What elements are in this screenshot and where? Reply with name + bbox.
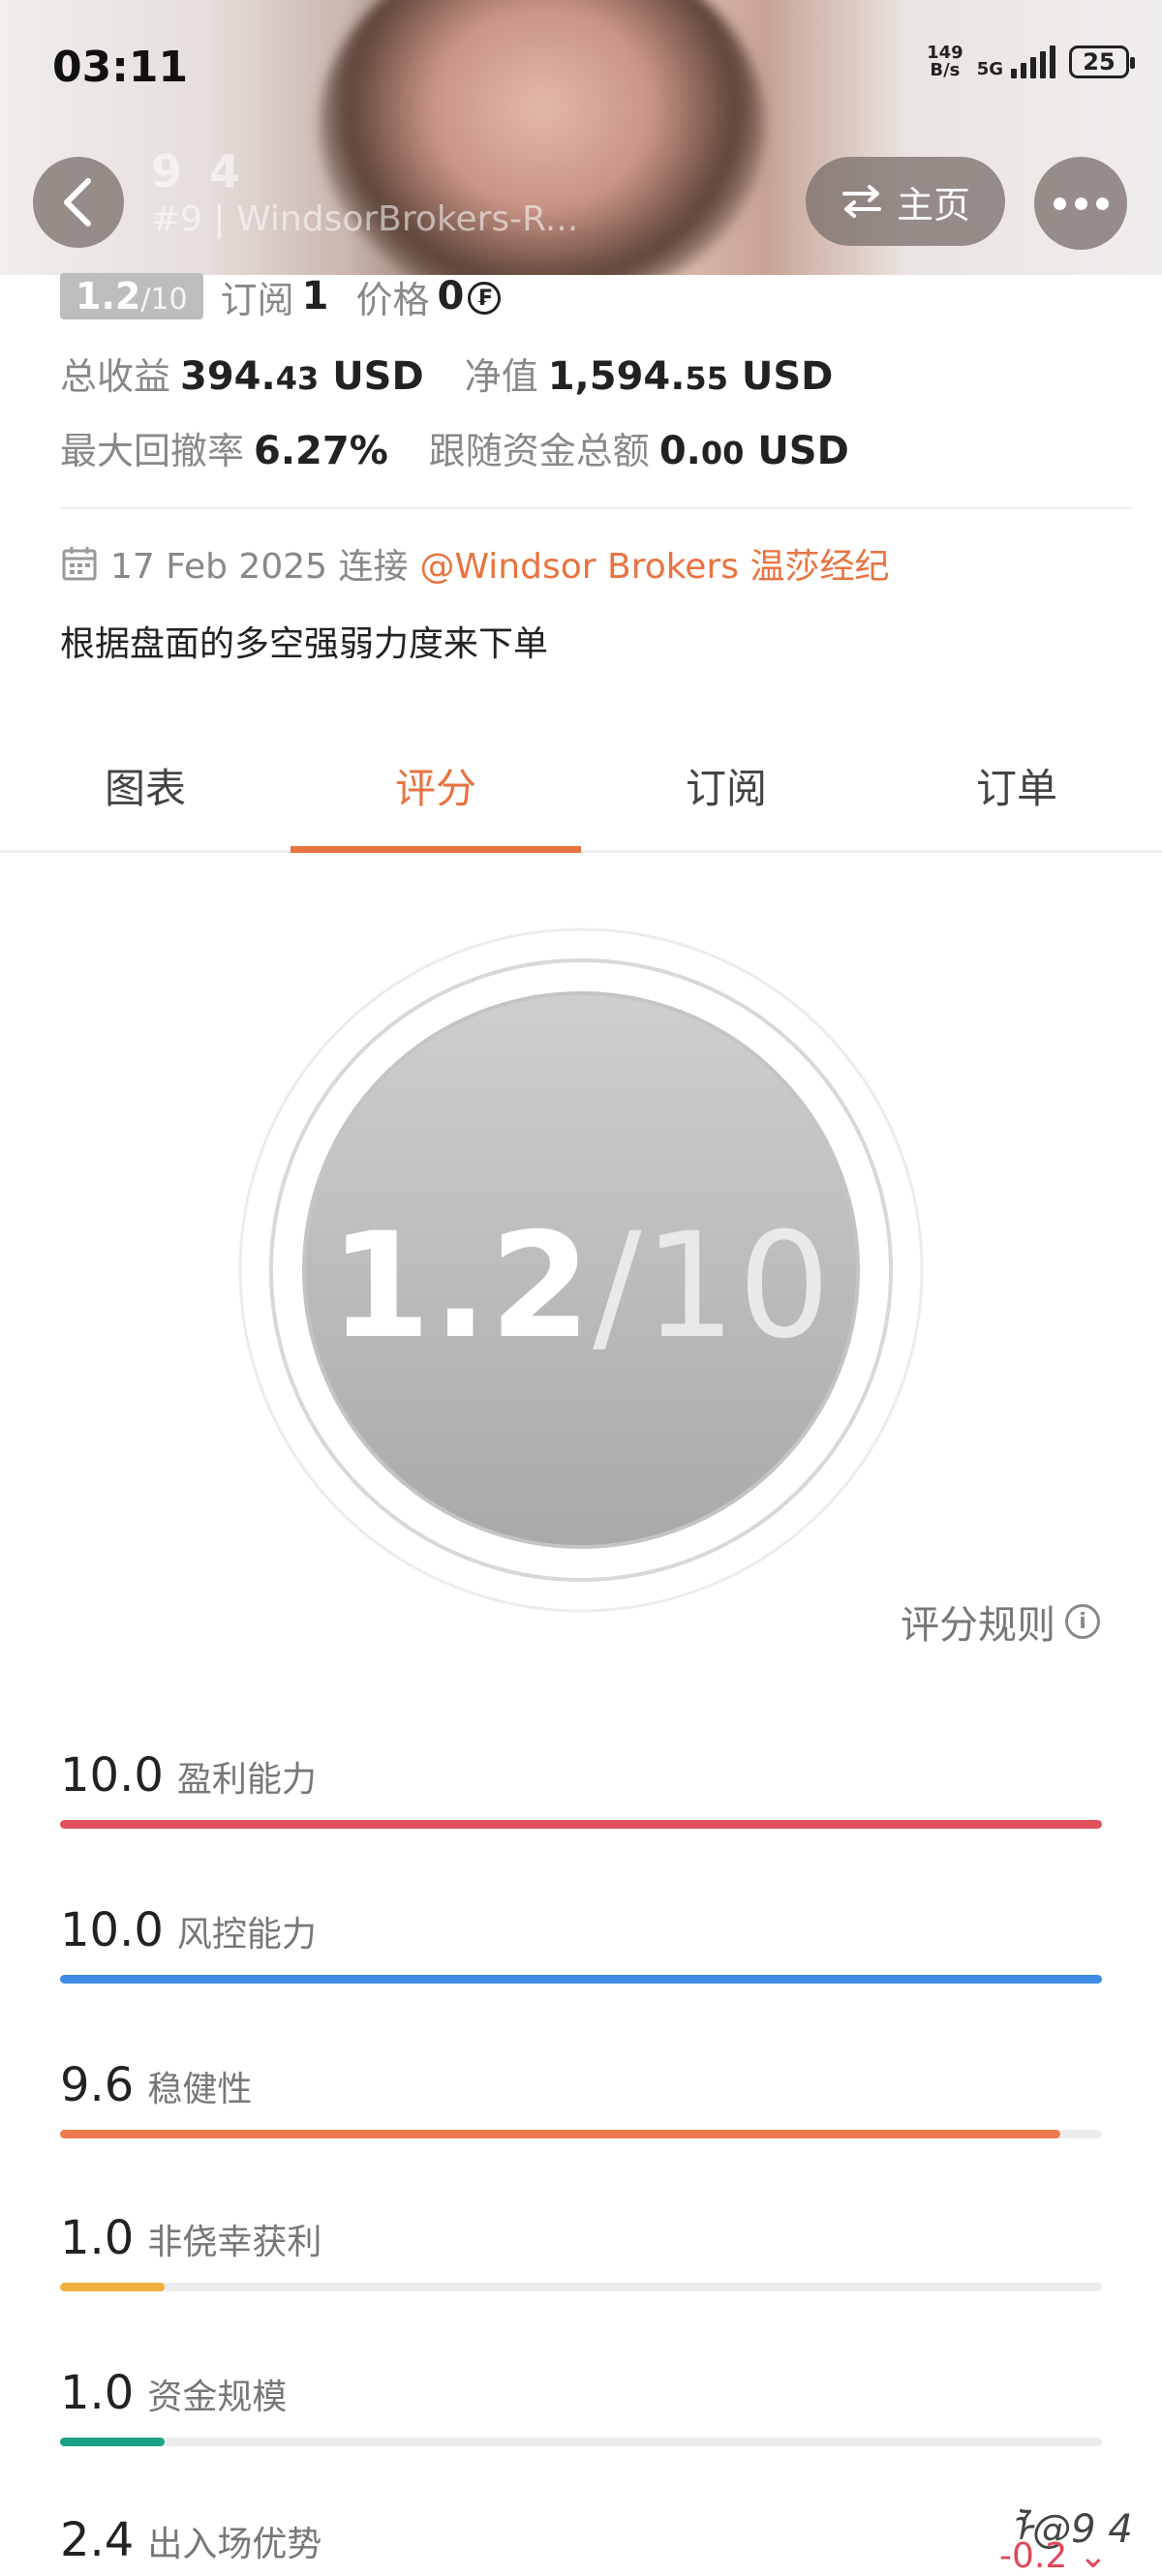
- metric-value: 10.0: [60, 1748, 164, 1803]
- metric-risk-control: 10.0 风控能力: [60, 1903, 1102, 1984]
- profile-title: 9 4: [151, 145, 247, 197]
- more-options-button[interactable]: [1034, 157, 1127, 250]
- metric-label: 稳健性: [147, 2070, 253, 2109]
- score-rules-link[interactable]: 评分规则 i: [901, 1593, 1100, 1650]
- status-bar-right: 149 B/s 5G 25: [927, 43, 1135, 80]
- broker-link[interactable]: @Windsor Brokers 温莎经纪: [420, 538, 890, 589]
- big-score: 1.2/10: [329, 1202, 833, 1371]
- price-label: 价格: [355, 278, 430, 321]
- connect-row: 17 Feb 2025 连接 @Windsor Brokers 温莎经纪: [60, 538, 1131, 589]
- metric-entry-exit: 2.4 出入场优势: [60, 2513, 1102, 2567]
- max-drawdown-value: 6.27%: [254, 429, 388, 473]
- tab-orders[interactable]: 订单: [872, 728, 1162, 850]
- metric-non-luck-profit: 1.0 非侥幸获利: [60, 2211, 1102, 2291]
- metric-bar-track: [60, 1820, 1102, 1829]
- info-section: 1.2/10 订阅 1 价格 0 ₣ 总收益 394.43 USD 净值 1,59…: [60, 273, 1131, 666]
- metric-stability: 9.6 稳健性: [60, 2058, 1102, 2138]
- metric-bar-track: [60, 2438, 1102, 2446]
- net-value-value: 1,594.55 USD: [547, 354, 834, 399]
- metric-value: 1.0: [60, 2366, 135, 2420]
- home-label: 主页: [896, 183, 970, 227]
- battery-icon: 25: [1069, 45, 1135, 78]
- back-button[interactable]: [33, 157, 124, 248]
- info-icon: i: [1065, 1604, 1100, 1639]
- net-speed: 149 B/s: [927, 43, 963, 80]
- score-badge: 1.2/10: [60, 273, 203, 319]
- metric-value: 2.4: [60, 2513, 135, 2567]
- price-value: 0 ₣: [437, 274, 502, 318]
- metric-bar-fill: [60, 1820, 1102, 1829]
- profile-subtitle: #9 | WindsorBrokers-R...: [151, 199, 579, 239]
- strategy-description: 根据盘面的多空强弱力度来下单: [60, 624, 549, 664]
- metric-bar-fill: [60, 2438, 165, 2446]
- summary-row: 1.2/10 订阅 1 价格 0 ₣: [60, 267, 1131, 325]
- connect-date: 17 Feb 2025 连接: [110, 547, 409, 587]
- metric-bar-fill: [60, 1975, 1102, 1984]
- follow-funds-value: 0.00 USD: [658, 429, 849, 473]
- calendar-icon: [62, 547, 97, 581]
- divider: [60, 507, 1131, 509]
- metric-label: 非侥幸获利: [147, 2223, 322, 2262]
- tab-score[interactable]: 评分: [290, 728, 581, 853]
- swap-icon: [841, 185, 881, 218]
- profile-name-block: 9 4 #9 | WindsorBrokers-R...: [151, 145, 578, 239]
- total-profit-value: 394.43 USD: [180, 354, 424, 399]
- metric-bar-track: [60, 2283, 1102, 2291]
- chevron-left-icon: [64, 178, 91, 227]
- tab-chart[interactable]: 图表: [0, 728, 290, 850]
- more-dots-icon: [1053, 197, 1066, 210]
- profit-row: 总收益 394.43 USD 净值 1,594.55 USD: [60, 347, 1131, 400]
- tab-subscribe[interactable]: 订阅: [581, 728, 872, 850]
- subscribe-label: 订阅: [220, 278, 294, 321]
- subscribe-value: 1: [301, 274, 329, 318]
- signal-icon: 5G: [977, 45, 1055, 78]
- status-time: 03:11: [52, 43, 189, 92]
- home-button[interactable]: 主页: [806, 157, 1005, 246]
- follow-funds-label: 跟随资金总额: [428, 430, 650, 472]
- coin-icon: ₣: [468, 282, 502, 315]
- metric-fund-scale: 1.0 资金规模: [60, 2366, 1102, 2446]
- metric-value: 1.0: [60, 2211, 135, 2265]
- chevron-down-icon: ⌄: [1078, 2536, 1108, 2576]
- metric-bar-track: [60, 2130, 1102, 2138]
- metric-label: 资金规模: [147, 2378, 288, 2417]
- metric-label: 盈利能力: [176, 1760, 317, 1800]
- metric-label: 出入场优势: [147, 2525, 322, 2564]
- metric-value: 10.0: [60, 1903, 164, 1957]
- score-ring: 1.2/10: [0, 920, 1162, 1617]
- metric-profitability: 10.0 盈利能力: [60, 1748, 1102, 1829]
- score-delta[interactable]: -0.2 ⌄: [999, 2536, 1108, 2576]
- metric-bar-fill: [60, 2130, 1060, 2138]
- tab-bar: 图表 评分 订阅 订单: [0, 728, 1162, 853]
- total-profit-label: 总收益: [60, 355, 171, 398]
- metric-value: 9.6: [60, 2058, 135, 2112]
- metric-bar-track: [60, 1975, 1102, 1984]
- metric-label: 风控能力: [176, 1915, 317, 1955]
- drawdown-row: 最大回撤率 6.27% 跟随资金总额 0.00 USD: [60, 421, 1131, 474]
- metric-bar-fill: [60, 2283, 165, 2291]
- net-value-label: 净值: [464, 355, 538, 398]
- max-drawdown-label: 最大回撤率: [60, 430, 245, 472]
- profile-header: 03:11 149 B/s 5G 25 9 4 #9 | WindsorBrok…: [0, 0, 1162, 275]
